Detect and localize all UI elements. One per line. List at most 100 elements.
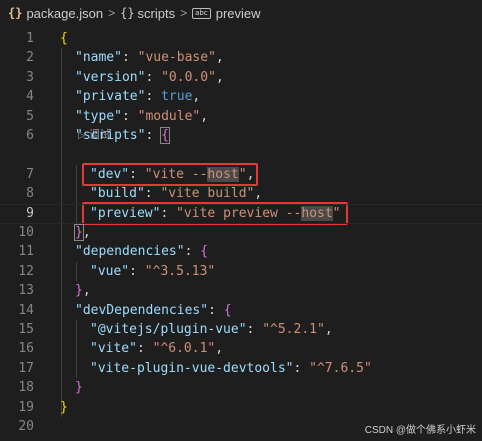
code-token: , [215,50,224,66]
code-token: } [75,380,83,396]
code-token: { [200,244,209,260]
line-number: 20 [18,419,34,434]
line-number: 4 [26,89,34,105]
code-line[interactable]: 11 "dependencies": { [0,242,482,261]
line-code: "vite": "^6.0.1", [90,339,223,358]
code-token: : [145,128,162,143]
breadcrumb-preview[interactable]: preview [216,6,261,21]
code-line[interactable]: 10}, [0,223,482,242]
code-token: : [121,108,138,124]
line-number: 3 [26,69,34,85]
code-line[interactable]: 6 "scripts": { [0,126,482,145]
code-line[interactable]: 14 "devDependencies": { [0,301,482,320]
json-file-icon: {} [8,6,23,20]
code-line[interactable]: 9 "preview": "vite preview --host" [0,203,482,224]
line-number: 2 [26,50,34,66]
code-token: "module" [137,108,201,124]
code-token: "build" [90,186,145,202]
line-code: } [60,398,68,417]
code-token: : [145,89,162,105]
line-number: 7 [26,166,34,182]
line-number: 14 [18,302,34,318]
code-line[interactable]: 15 "@vitejs/plugin-vue": "^5.2.1", [0,320,482,339]
code-line[interactable]: 3 "version": "0.0.0", [0,68,482,87]
code-token: "name" [75,50,122,66]
code-line[interactable]: 12 "vue": "^3.5.13" [0,262,482,281]
code-token: , [254,186,263,202]
line-code: "dev": "vite --host", [90,165,254,184]
code-token: "@vitejs/plugin-vue" [90,322,247,337]
code-token: "private" [75,89,146,105]
code-line[interactable]: 5 "type": "module", [0,107,482,126]
code-line[interactable]: 16 "vite": "^6.0.1", [0,339,482,358]
code-editor[interactable]: ▷ 调试 1{2 "name": "vue-base", 3 "version": "0… [0,26,482,441]
line-number: 15 [18,322,34,337]
code-token: "preview" [90,205,161,221]
watermark: CSDN @做个佛系小虾米 [364,425,476,436]
code-line[interactable]: 13}, [0,281,482,300]
line-code: "private": true, [75,87,200,106]
code-token: "^7.6.5" [309,360,372,376]
line-number: 18 [18,380,34,396]
code-token: "vite -- [144,166,208,182]
code-token: "vue" [90,263,130,279]
code-token: , [246,166,255,182]
breadcrumb-file[interactable]: package.json [26,6,103,21]
code-token: true [161,89,193,105]
line-code: "vite-plugin-vue-devtools": "^7.6.5" [90,359,372,378]
line-number: 17 [18,360,34,376]
code-token: "0.0.0" [161,69,216,85]
code-token: } [60,399,68,415]
code-line[interactable]: 1{ [0,29,482,48]
line-code: "preview": "vite preview --host" [90,204,340,223]
code-token: , [215,341,224,357]
code-token: "^5.2.1" [262,322,325,337]
line-code: "name": "vue-base", [75,48,224,67]
line-code: "@vitejs/plugin-vue": "^5.2.1", [90,320,333,339]
code-token: : [208,302,224,318]
line-number: 1 [26,31,34,46]
code-token: : [160,205,177,221]
breadcrumb-separator-icon: > [180,6,188,20]
line-code: } [75,378,83,397]
line-code: "build": "vite build", [90,184,262,203]
line-number: 9 [26,205,34,221]
line-code: "type": "module", [75,107,208,126]
code-token: , [82,283,91,299]
code-token: : [121,50,138,66]
code-line[interactable]: 18} [0,378,482,397]
breadcrumb: {} package.json > {} scripts > abc previ… [0,0,482,26]
code-token: , [215,69,224,85]
line-code: }, [75,281,91,300]
code-token: : [144,186,161,202]
code-token: " [238,166,247,182]
code-token: : [246,322,263,337]
code-token: "^3.5.13" [144,263,216,279]
code-token: "type" [75,108,122,124]
line-code: { [60,29,68,48]
code-token: "version" [75,69,146,85]
code-token: { [223,302,232,318]
code-line[interactable]: 19} [0,398,482,417]
code-token: , [82,225,91,240]
code-token: "dependencies" [75,244,185,260]
line-code: "vue": "^3.5.13" [90,262,215,281]
code-token: "^6.0.1" [152,341,216,357]
code-token: , [200,108,209,124]
code-line[interactable]: 7 "dev": "vite --host", [0,165,482,184]
line-code: "version": "0.0.0", [75,68,224,87]
code-token: : [184,244,201,260]
line-code: }, [74,223,91,242]
code-line[interactable]: 2 "name": "vue-base", [0,48,482,67]
code-token: host [301,205,333,221]
breadcrumb-separator-icon: > [108,6,116,20]
code-token: , [324,322,333,337]
breadcrumb-scripts[interactable]: scripts [138,6,176,21]
code-line[interactable]: 17 "vite-plugin-vue-devtools": "^7.6.5" [0,359,482,378]
code-line[interactable]: 8 "build": "vite build", [0,184,482,203]
code-token: host [207,166,239,182]
code-line[interactable]: 4 "private": true, [0,87,482,106]
line-number: 11 [18,244,34,260]
code-token: " [332,205,341,221]
line-code: "devDependencies": { [75,301,232,320]
